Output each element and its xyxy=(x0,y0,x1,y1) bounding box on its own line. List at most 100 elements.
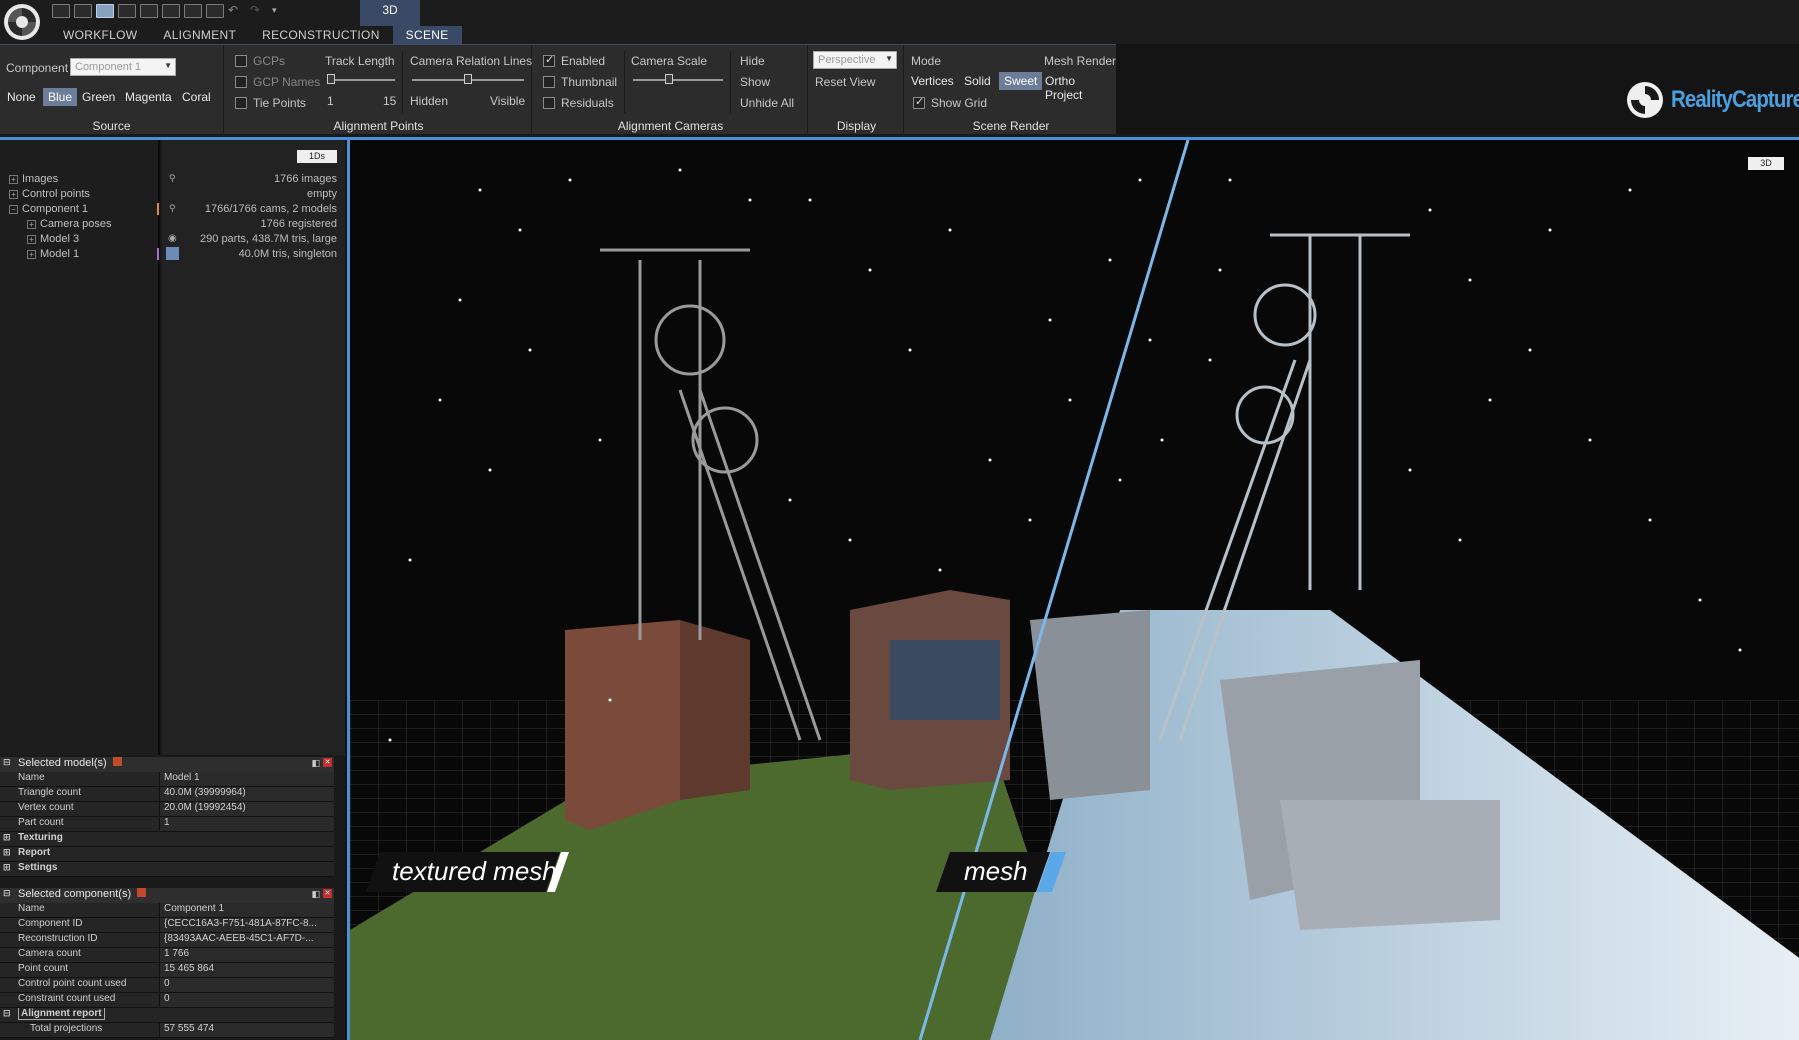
track-length-slider[interactable] xyxy=(327,74,395,84)
tree-values: 1Ds ⚲ ⚲ ◉ 1766 images empty 1766/1766 ca… xyxy=(162,140,345,755)
section-label: Report xyxy=(18,847,51,858)
tab-alignment[interactable]: ALIGNMENT xyxy=(150,26,249,44)
component-select[interactable]: Component 1 ▼ xyxy=(70,58,176,76)
track-length-knob[interactable] xyxy=(327,74,335,84)
model-color-marker xyxy=(157,248,159,260)
table-row: Constraint count used 0 xyxy=(0,993,334,1008)
selected-components-title: Selected component(s) xyxy=(18,888,132,900)
expand-icon[interactable]: + xyxy=(27,235,36,244)
layout-7-icon[interactable] xyxy=(184,4,202,18)
camera-scale-slider[interactable] xyxy=(633,74,723,84)
collapse-icon[interactable]: ⊟ xyxy=(3,1008,11,1019)
collapse-icon[interactable]: ⊟ xyxy=(3,888,11,899)
tree-item-camera-poses[interactable]: + Camera poses xyxy=(27,218,112,230)
tie-points-checkbox[interactable] xyxy=(235,97,247,109)
camera-relation-slider[interactable] xyxy=(412,74,524,84)
projection-select-value: Perspective xyxy=(818,54,876,66)
vertices-button[interactable]: Vertices xyxy=(906,72,959,90)
left-building xyxy=(565,620,680,830)
camera-scale-knob[interactable] xyxy=(665,74,673,84)
hide-button[interactable]: Hide xyxy=(740,54,765,68)
expand-icon[interactable]: ⊞ xyxy=(3,832,11,843)
expand-icon[interactable]: + xyxy=(9,175,18,184)
enabled-label: Enabled xyxy=(561,54,606,68)
color-coral-button[interactable]: Coral xyxy=(177,88,216,106)
prop-value: 0 xyxy=(160,993,334,1007)
gcp-names-checkbox[interactable] xyxy=(235,76,247,88)
layout-1-icon[interactable] xyxy=(52,4,70,18)
color-green-button[interactable]: Green xyxy=(77,88,120,106)
expand-icon[interactable]: + xyxy=(9,190,18,199)
track-min-label: 1 xyxy=(327,94,334,108)
ribbon: Component Component 1 ▼ None Blue Green M… xyxy=(0,44,1116,135)
section-alignment-report[interactable]: ⊟ Alignment report xyxy=(0,1008,334,1023)
tab-scene[interactable]: SCENE xyxy=(392,26,462,44)
ortho-project-button[interactable]: Ortho Project xyxy=(1040,72,1116,104)
section-texturing[interactable]: ⊞ Texturing xyxy=(0,832,334,847)
layout-8-icon[interactable] xyxy=(206,4,224,18)
tab-reconstruction[interactable]: RECONSTRUCTION xyxy=(249,26,393,44)
thumbnail-checkbox[interactable] xyxy=(543,76,555,88)
tree-item-images[interactable]: + Images xyxy=(9,173,58,185)
color-blue-button[interactable]: Blue xyxy=(43,88,78,106)
3d-viewport[interactable]: textured mesh mesh xyxy=(347,140,1799,1040)
selected-components-panel: ⊟ Selected component(s) ◧ ✕ Name Componen… xyxy=(0,888,334,1038)
selected-eye-icon[interactable] xyxy=(166,247,179,260)
label-mesh: mesh xyxy=(964,856,1028,886)
divider xyxy=(402,51,403,113)
residuals-checkbox[interactable] xyxy=(543,97,555,109)
1ds-button[interactable]: 1Ds xyxy=(297,150,337,163)
sweet-button[interactable]: Sweet xyxy=(999,72,1043,90)
visible-label: Visible xyxy=(490,94,526,108)
quick-access-dropdown-icon[interactable]: ▾ xyxy=(272,4,290,18)
collapse-icon[interactable]: ⊟ xyxy=(3,757,11,768)
unhide-all-button[interactable]: Unhide All xyxy=(740,96,794,110)
tree-item-model-1[interactable]: + Model 1 xyxy=(27,248,79,260)
show-grid-checkbox[interactable] xyxy=(913,95,925,109)
color-none-button[interactable]: None xyxy=(2,88,41,106)
reset-view-button[interactable]: Reset View xyxy=(815,75,875,89)
tree-item-model-3[interactable]: + Model 3 xyxy=(27,233,79,245)
section-settings[interactable]: ⊞ Settings xyxy=(0,862,334,877)
show-button[interactable]: Show xyxy=(740,75,770,89)
viewport-3d-badge[interactable]: 3D xyxy=(1748,157,1784,170)
show-grid-label: Show Grid xyxy=(931,96,988,110)
expand-icon[interactable]: + xyxy=(27,250,36,259)
color-magenta-button[interactable]: Magenta xyxy=(120,88,177,106)
layout-4-icon[interactable] xyxy=(118,4,136,18)
expand-icon[interactable]: + xyxy=(27,220,36,229)
layout-2-icon[interactable] xyxy=(74,4,92,18)
table-row: Vertex count 20.0M (19992454) xyxy=(0,802,334,817)
eye-icon[interactable]: ◉ xyxy=(168,233,177,244)
pin-icon[interactable]: ⚲ xyxy=(169,203,176,214)
tab-3d-view[interactable]: 3D xyxy=(360,0,420,26)
camera-relation-knob[interactable] xyxy=(464,74,472,84)
solid-button[interactable]: Solid xyxy=(959,72,996,90)
close-icon[interactable]: ✕ xyxy=(323,758,332,767)
layout-5-icon[interactable] xyxy=(140,4,158,18)
expand-icon[interactable]: ⊞ xyxy=(3,862,11,873)
table-row: Triangle count 40.0M (39999964) xyxy=(0,787,334,802)
dock-icon[interactable]: ◧ xyxy=(311,758,320,769)
tree-item-component-1[interactable]: − Component 1 xyxy=(9,203,88,215)
section-report[interactable]: ⊞ Report xyxy=(0,847,334,862)
expand-icon[interactable]: ⊞ xyxy=(3,847,11,858)
undo-icon[interactable]: ↶ xyxy=(228,4,246,18)
tree-item-control-points[interactable]: + Control points xyxy=(9,188,90,200)
close-icon[interactable]: ✕ xyxy=(323,889,332,898)
tab-workflow[interactable]: WORKFLOW xyxy=(50,26,150,44)
enabled-checkbox[interactable] xyxy=(543,53,555,67)
pin-icon[interactable]: ⚲ xyxy=(169,173,176,184)
projection-select[interactable]: Perspective ▼ xyxy=(813,51,897,69)
scene-render[interactable] xyxy=(350,140,1799,1040)
layout-3-icon[interactable] xyxy=(96,4,114,18)
collapse-icon[interactable]: − xyxy=(9,205,18,214)
hidden-label: Hidden xyxy=(410,94,449,108)
gcps-checkbox[interactable] xyxy=(235,55,247,67)
component-color-marker xyxy=(157,203,159,215)
app-logo-icon[interactable] xyxy=(2,2,42,42)
redo-icon[interactable]: ↷ xyxy=(250,4,268,18)
dock-icon[interactable]: ◧ xyxy=(311,889,320,900)
table-row: Name Component 1 xyxy=(0,903,334,918)
layout-6-icon[interactable] xyxy=(162,4,180,18)
